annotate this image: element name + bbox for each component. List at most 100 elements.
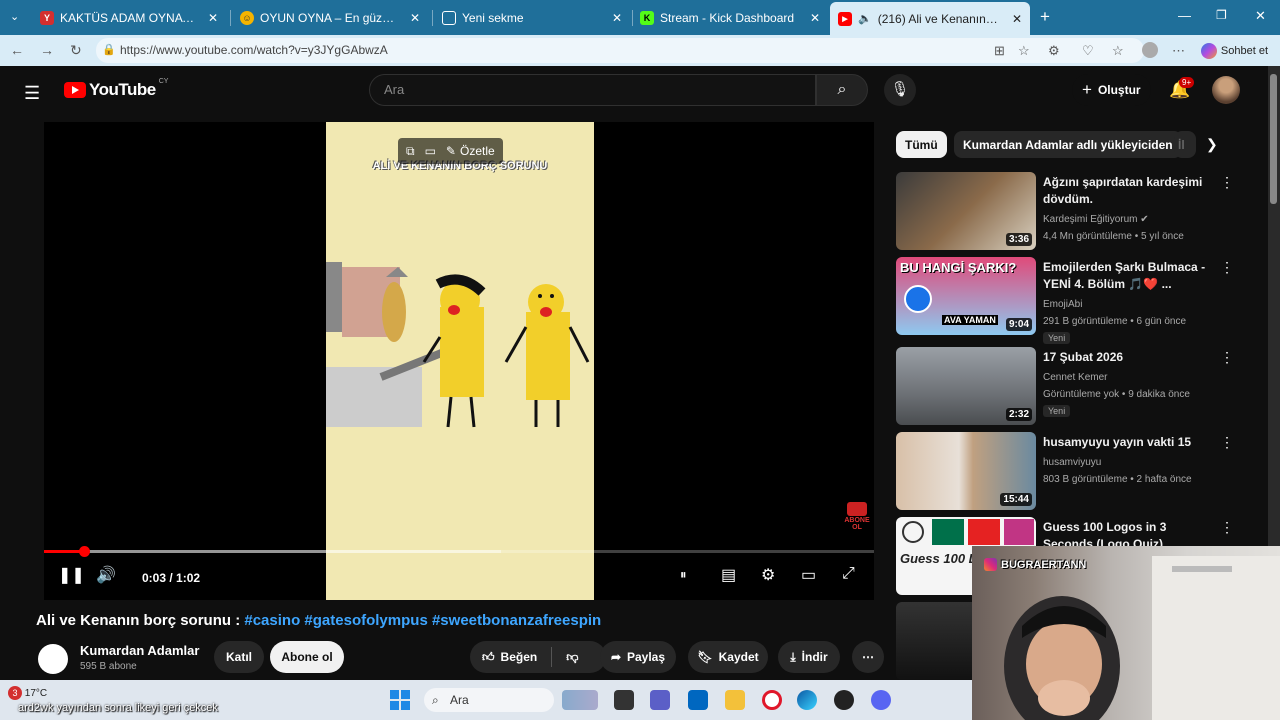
favorite-star-icon[interactable]: ☆ [1018, 43, 1030, 59]
app-icon[interactable] [834, 690, 854, 710]
weather-widget[interactable]: 3 17°C [8, 686, 47, 700]
create-button[interactable]: + Oluştur [1072, 74, 1151, 106]
close-tab-icon[interactable]: ✕ [208, 11, 218, 25]
rec-title[interactable]: Emojilerden Şarkı Bulmaca - YENİ 4. Bölü… [1043, 259, 1218, 293]
store-icon[interactable] [688, 690, 708, 710]
progress-scrubber[interactable] [78, 546, 90, 557]
rec-channel-name[interactable]: EmojiAbi [1043, 299, 1082, 310]
speaker-icon[interactable]: 🔈 [858, 12, 872, 25]
collections-icon[interactable]: ☆ [1112, 43, 1124, 59]
video-frame[interactable]: ALİ VE KENANIN BORÇ SORUNU ⧉ ▭ ✎ Özetle [326, 122, 594, 600]
close-tab-icon[interactable]: ✕ [810, 11, 820, 25]
dislike-button[interactable]: 👎︎ [566, 650, 578, 665]
like-button[interactable]: 👍︎ Beğen [482, 650, 537, 665]
voice-search-button[interactable]: 🎙 [884, 74, 916, 106]
join-button[interactable]: Katıl [214, 641, 264, 673]
task-view-icon[interactable] [614, 690, 634, 710]
teams-icon[interactable] [650, 690, 670, 710]
chip-all[interactable]: Tümü [896, 131, 947, 158]
subscribe-watermark[interactable]: ABONE OL [844, 502, 870, 532]
video-player[interactable]: ALİ VE KENANIN BORÇ SORUNU ⧉ ▭ ✎ Özetle … [44, 122, 874, 600]
close-window-icon[interactable]: ✕ [1255, 8, 1266, 24]
video-thumbnail[interactable]: 2:32 [896, 347, 1036, 425]
share-button[interactable]: ➦ Paylaş [600, 641, 676, 673]
rec-more-menu-icon[interactable]: ⋮ [1220, 174, 1234, 191]
extensions-icon[interactable]: ⚙ [1048, 43, 1060, 59]
autoplay-toggle[interactable]: ⏸ [680, 567, 687, 583]
chip-scroll-right-icon[interactable]: ❯ [1206, 136, 1218, 153]
browser-tab-1[interactable]: Y KAKTÜS ADAM OYNA — Yandex ✕ [32, 4, 226, 31]
performance-icon[interactable]: ♡ [1082, 43, 1094, 59]
profile-icon[interactable] [1142, 42, 1158, 58]
fullscreen-button[interactable]: ⤢ [842, 565, 855, 583]
subtitles-button[interactable]: ▤ [721, 565, 736, 585]
channel-name[interactable]: Kumardan Adamlar [80, 643, 199, 658]
rec-more-menu-icon[interactable]: ⋮ [1220, 519, 1234, 536]
maximize-icon[interactable]: ❐ [1216, 8, 1227, 22]
chip-partial[interactable]: İl [1174, 131, 1196, 158]
video-thumbnail[interactable]: BU HANGİ ŞARKI? AVA YAMAN 9:04 [896, 257, 1036, 335]
settings-button[interactable]: ⚙ [761, 565, 775, 585]
channel-avatar[interactable] [38, 644, 68, 674]
theater-mode-button[interactable]: ▭ [801, 565, 816, 585]
rec-channel-name[interactable]: Kardeşimi Eğitiyorum ✔ [1043, 214, 1149, 225]
close-tab-icon[interactable]: ✕ [410, 11, 420, 25]
browser-tab-2[interactable]: ☺ OYUN OYNA – En güzel oyunlar M ✕ [232, 4, 428, 31]
start-button[interactable] [390, 690, 410, 710]
site-info-icon[interactable]: 🔒 [102, 38, 116, 63]
pause-button[interactable]: ❚❚ [58, 565, 85, 585]
close-tab-icon[interactable]: ✕ [1012, 12, 1022, 26]
save-button[interactable]: 🔖︎ Kaydet [688, 641, 768, 673]
rec-title[interactable]: 17 Şubat 2026 [1043, 349, 1218, 366]
hashtag-link[interactable]: #casino [244, 612, 300, 629]
rec-channel-name[interactable]: Cennet Kemer [1043, 372, 1107, 383]
search-input[interactable]: Ara [369, 74, 816, 106]
copilot-chat-button[interactable]: Sohbet et [1200, 43, 1268, 59]
rec-more-menu-icon[interactable]: ⋮ [1220, 259, 1234, 276]
new-tab-button[interactable]: + [1040, 7, 1050, 27]
rec-channel-name[interactable]: husamviyuyu [1043, 457, 1101, 468]
rec-title[interactable]: husamyuyu yayın vakti 15 [1043, 434, 1218, 451]
video-thumbnail[interactable]: 15:44 [896, 432, 1036, 510]
chip-uploader[interactable]: Kumardan Adamlar adlı yükleyiciden [954, 131, 1182, 158]
back-icon[interactable]: ← [10, 42, 24, 58]
recommendation-item[interactable]: 3:36 Ağzını şapırdatan kardeşimi dövdüm.… [896, 172, 1256, 252]
more-actions-button[interactable]: ⋯ [852, 641, 884, 673]
close-tab-icon[interactable]: ✕ [612, 11, 622, 25]
volume-button[interactable]: 🔊 [96, 565, 116, 585]
recommendation-item[interactable]: BU HANGİ ŞARKI? AVA YAMAN 9:04 Emojilerd… [896, 257, 1256, 344]
video-thumbnail[interactable]: 3:36 [896, 172, 1036, 250]
recommendation-item[interactable]: 15:44 husamyuyu yayın vakti 15 husamviyu… [896, 432, 1256, 512]
rec-more-menu-icon[interactable]: ⋮ [1220, 349, 1234, 366]
discord-icon[interactable] [871, 690, 891, 710]
rec-title[interactable]: Ağzını şapırdatan kardeşimi dövdüm. [1043, 174, 1218, 208]
minimize-icon[interactable]: — [1178, 8, 1191, 23]
subscribe-button[interactable]: Abone ol [270, 641, 344, 673]
app-available-icon[interactable]: ⊞ [994, 43, 1005, 59]
opera-icon[interactable] [762, 690, 782, 710]
browser-tab-5-active[interactable]: ▶ 🔈 (216) Ali ve Kenanın borç soru ✕ [830, 2, 1030, 35]
reload-icon[interactable]: ↻ [70, 42, 82, 59]
cast-icon[interactable]: ▭ [425, 144, 436, 158]
account-avatar[interactable] [1212, 76, 1240, 104]
recommendation-item[interactable]: 2:32 17 Şubat 2026 Cennet Kemer Görüntül… [896, 347, 1256, 427]
menu-icon[interactable]: ☰ [24, 83, 40, 104]
browser-tab-3[interactable]: Yeni sekme ✕ [434, 4, 630, 31]
url-field[interactable]: 🔒 https://www.youtube.com/watch?v=y3JYgG… [96, 38, 1144, 63]
widgets-icon[interactable] [562, 690, 598, 710]
hashtag-link[interactable]: #gatesofolympus [304, 612, 427, 629]
taskbar-search[interactable]: ⌕ Ara [424, 688, 554, 712]
hashtag-link[interactable]: #sweetbonanzafreespin [432, 612, 601, 629]
summarize-button[interactable]: ✎ Özetle [446, 144, 495, 158]
rec-more-menu-icon[interactable]: ⋮ [1220, 434, 1234, 451]
more-menu-icon[interactable]: ⋯ [1172, 43, 1185, 59]
download-button[interactable]: ⤓ İndir [778, 641, 840, 673]
file-explorer-icon[interactable] [725, 690, 745, 710]
miniplayer-icon[interactable]: ⧉ [406, 144, 415, 159]
youtube-logo[interactable]: YouTube CY [64, 78, 168, 100]
browser-tab-4[interactable]: K Stream - Kick Dashboard ✕ [632, 4, 828, 31]
scrollbar-thumb[interactable] [1270, 74, 1277, 204]
forward-icon[interactable]: → [40, 42, 54, 58]
tab-actions-icon[interactable]: ⌄ [10, 10, 19, 23]
edge-icon[interactable] [797, 690, 817, 710]
